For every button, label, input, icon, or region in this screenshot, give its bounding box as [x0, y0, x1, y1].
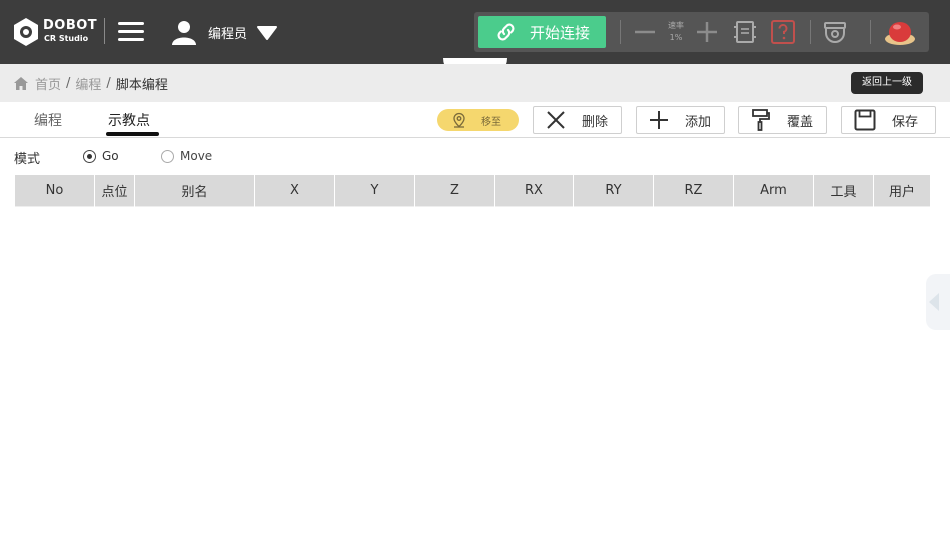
breadcrumb-program[interactable]: 编程 — [75, 74, 101, 93]
control-toolbar: 开始连接 速率 1% — [474, 12, 929, 52]
move-to-button[interactable]: 移至 — [437, 109, 519, 131]
breadcrumb: 首页 / 编程 / 脚本编程 — [13, 74, 168, 93]
user-menu[interactable]: 编程员 — [170, 16, 278, 48]
tab-teach-points[interactable]: 示教点 — [108, 110, 150, 130]
col-header-user[interactable]: 用户 — [874, 175, 930, 207]
speed-label: 速率 — [668, 21, 684, 30]
add-button[interactable]: 添加 — [636, 106, 725, 134]
dobot-hex-icon — [14, 18, 38, 46]
mode-radio-go[interactable]: Go — [83, 149, 119, 163]
col-header-alias[interactable]: 别名 — [135, 175, 254, 207]
speed-value: 1% — [669, 33, 683, 42]
move-to-label: 移至 — [481, 116, 501, 128]
enable-robot-icon[interactable] — [732, 19, 758, 45]
mode-go-label: Go — [102, 149, 119, 163]
logo-brand: DOBOT — [43, 18, 98, 33]
back-button[interactable]: 返回上一级 — [851, 72, 923, 94]
delete-button[interactable]: 删除 — [533, 106, 622, 134]
camera-icon[interactable] — [822, 19, 848, 45]
tab-programming[interactable]: 编程 — [34, 110, 62, 130]
separator — [620, 20, 621, 44]
top-bar: DOBOT CR Studio 编程员 开始连接 速率 1% — [0, 0, 950, 64]
active-tab-indicator — [106, 132, 159, 136]
table-header-row: No 点位 别名 X Y Z RX RY RZ Arm 工具 用户 — [15, 175, 930, 207]
close-icon — [547, 111, 565, 129]
breadcrumb-separator: / — [106, 76, 111, 91]
mode-radio-move[interactable]: Move — [161, 149, 212, 163]
delete-label: 删除 — [582, 114, 609, 130]
hamburger-menu-icon[interactable] — [116, 18, 146, 46]
col-header-arm[interactable]: Arm — [734, 175, 813, 207]
save-floppy-icon — [854, 109, 876, 131]
col-header-x[interactable]: X — [255, 175, 334, 207]
breadcrumb-current: 脚本编程 — [115, 78, 168, 93]
alarm-help-icon[interactable] — [770, 19, 796, 45]
mode-label: 模式 — [14, 151, 41, 167]
start-connect-label: 开始连接 — [529, 23, 590, 42]
mode-row: 模式 Go Move — [14, 148, 274, 167]
teach-points-table: No 点位 别名 X Y Z RX RY RZ Arm 工具 用户 — [14, 175, 931, 207]
start-connect-button[interactable]: 开始连接 — [478, 16, 606, 48]
overwrite-button[interactable]: 覆盖 — [738, 106, 827, 134]
radio-circle-unchecked[interactable] — [161, 149, 174, 163]
col-header-point[interactable]: 点位 — [95, 175, 134, 207]
plus-icon — [650, 111, 668, 129]
home-icon[interactable] — [13, 76, 29, 91]
col-header-rx[interactable]: RX — [495, 175, 573, 207]
location-pin-icon — [453, 112, 465, 128]
add-label: 添加 — [685, 114, 712, 130]
radio-circle-checked[interactable] — [83, 149, 96, 163]
user-avatar-icon — [172, 21, 196, 45]
save-label: 保存 — [892, 114, 919, 130]
chevron-down-icon — [257, 26, 278, 40]
separator — [870, 20, 871, 44]
speed-decrease-icon[interactable] — [634, 21, 656, 43]
breadcrumb-home[interactable]: 首页 — [35, 74, 61, 93]
mode-move-label: Move — [180, 149, 213, 163]
speed-display: 速率 1% — [664, 20, 688, 44]
separator — [104, 18, 105, 44]
user-name: 编程员 — [208, 26, 248, 42]
breadcrumb-bar: 首页 / 编程 / 脚本编程 — [0, 64, 950, 102]
speed-increase-icon[interactable] — [696, 21, 718, 43]
col-header-no[interactable]: No — [15, 175, 94, 207]
save-button[interactable]: 保存 — [841, 106, 936, 134]
emergency-stop-icon[interactable] — [884, 17, 916, 47]
col-header-rz[interactable]: RZ — [654, 175, 733, 207]
col-header-ry[interactable]: RY — [574, 175, 653, 207]
paint-roller-icon — [752, 109, 770, 131]
side-panel-handle[interactable] — [926, 274, 950, 330]
dobot-logo: DOBOT CR Studio — [12, 16, 97, 48]
col-header-tool[interactable]: 工具 — [814, 175, 873, 207]
overwrite-label: 覆盖 — [787, 114, 814, 130]
separator — [810, 20, 811, 44]
link-icon — [497, 23, 515, 41]
col-header-y[interactable]: Y — [335, 175, 414, 207]
col-header-z[interactable]: Z — [415, 175, 494, 207]
breadcrumb-separator: / — [66, 76, 71, 91]
logo-product: CR Studio — [44, 34, 89, 43]
